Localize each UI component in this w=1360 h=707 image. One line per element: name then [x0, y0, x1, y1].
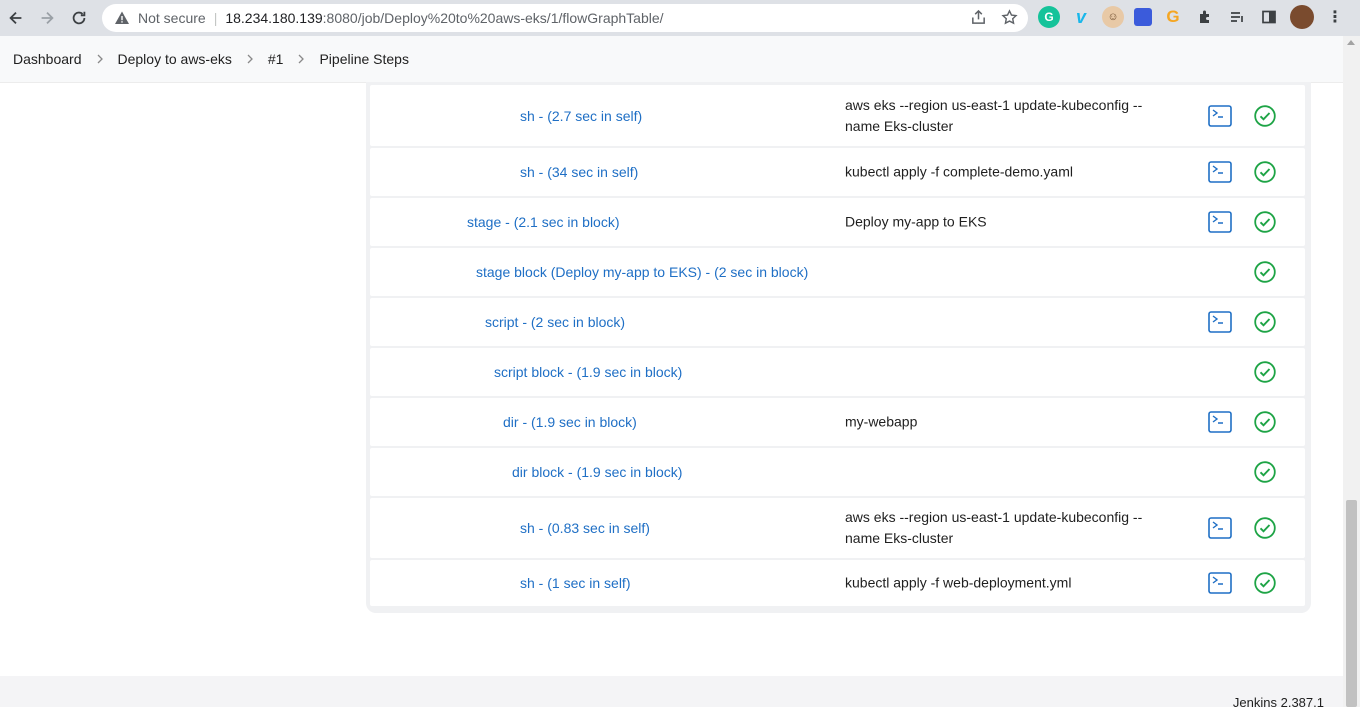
check-circle-icon [1254, 361, 1276, 383]
face-extension-icon[interactable]: ☺ [1102, 6, 1124, 28]
check-circle-icon [1254, 211, 1276, 233]
vimeo-icon[interactable]: v [1070, 6, 1092, 28]
table-row: dir - (1.9 sec in block) my-webapp [370, 398, 1305, 446]
check-circle-icon [1254, 261, 1276, 283]
reload-icon [72, 11, 86, 25]
terminal-icon[interactable] [1208, 211, 1232, 233]
terminal-icon[interactable] [1208, 517, 1232, 539]
table-row: script block - (1.9 sec in block) [370, 348, 1305, 396]
step-arguments: Deploy my-app to EKS [845, 212, 1165, 233]
check-circle-icon [1254, 104, 1276, 127]
table-row: sh - (2.7 sec in self) aws eks --region … [370, 85, 1305, 146]
step-arg-line: aws eks --region us-east-1 update-kubeco… [845, 96, 1143, 113]
step-arguments: aws eks --region us-east-1 update-kubeco… [845, 507, 1165, 549]
breadcrumb: Dashboard Deploy to aws-eks #1 Pipeline … [0, 36, 1343, 82]
jenkins-version-link[interactable]: Jenkins 2.387.1 [1233, 695, 1324, 707]
url-host: 18.234.180.139 [225, 10, 323, 26]
address-bar[interactable]: Not secure | 18.234.180.139:8080/job/Dep… [102, 4, 1028, 32]
profile-avatar[interactable] [1290, 5, 1314, 29]
browser-toolbar: Not secure | 18.234.180.139:8080/job/Dep… [0, 0, 1360, 36]
reload-button[interactable] [63, 2, 95, 34]
puzzle-piece-icon [1200, 10, 1209, 23]
step-link[interactable]: script block - (1.9 sec in block) [494, 364, 682, 380]
terminal-icon[interactable] [1208, 572, 1232, 594]
table-row: sh - (1 sec in self) kubectl apply -f we… [370, 560, 1305, 606]
scroll-up-arrow-icon[interactable] [1347, 40, 1355, 45]
back-button[interactable] [0, 2, 32, 34]
step-arguments: aws eks --region us-east-1 update-kubeco… [845, 95, 1165, 137]
step-arguments: my-webapp [845, 412, 1165, 433]
page-footer: Jenkins 2.387.1 [0, 676, 1343, 707]
chevron-right-icon [247, 54, 253, 64]
url-separator: | [213, 10, 218, 26]
warning-icon [115, 11, 129, 24]
step-arguments: kubectl apply -f web-deployment.yml [845, 573, 1165, 594]
step-arg-line: aws eks --region us-east-1 update-kubeco… [845, 509, 1143, 525]
panel-icon [1262, 10, 1276, 24]
step-link[interactable]: sh - (34 sec in self) [520, 164, 638, 180]
table-row: dir block - (1.9 sec in block) [370, 448, 1305, 496]
check-circle-icon [1254, 411, 1276, 433]
step-arg-line: Deploy my-app to EKS [845, 213, 987, 230]
step-link[interactable]: dir - (1.9 sec in block) [503, 414, 637, 430]
scrollbar-thumb[interactable] [1346, 500, 1357, 707]
orange-extension-icon[interactable]: G [1162, 6, 1184, 28]
url-path: :8080/job/Deploy%20to%20aws-eks/1/flowGr… [322, 10, 664, 26]
forward-button[interactable] [31, 2, 63, 34]
table-row: stage block (Deploy my-app to EKS) - (2 … [370, 248, 1305, 296]
step-arg-line: kubectl apply -f complete-demo.yaml [845, 163, 1073, 180]
not-secure-label: Not secure [138, 10, 206, 26]
terminal-icon[interactable] [1208, 411, 1232, 433]
table-row: sh - (0.83 sec in self) aws eks --region… [370, 498, 1305, 558]
chevron-right-icon [97, 54, 103, 64]
check-circle-icon [1254, 572, 1276, 594]
breadcrumb-job[interactable]: Deploy to aws-eks [118, 51, 232, 67]
side-panel-icon[interactable] [1258, 6, 1280, 28]
list-icon [1231, 12, 1243, 22]
step-link[interactable]: dir block - (1.9 sec in block) [512, 464, 682, 480]
table-row: script - (2 sec in block) [370, 298, 1305, 346]
share-icon[interactable] [970, 9, 987, 26]
step-link[interactable]: sh - (2.7 sec in self) [520, 108, 642, 124]
star-icon[interactable] [1001, 9, 1018, 26]
table-row: stage - (2.1 sec in block) Deploy my-app… [370, 198, 1305, 246]
omnibox-actions [970, 9, 1018, 26]
arrow-left-icon [9, 11, 22, 25]
step-arg-line: my-webapp [845, 413, 918, 430]
arrow-right-icon [41, 11, 54, 25]
breadcrumb-pipeline-steps[interactable]: Pipeline Steps [319, 51, 409, 67]
step-link[interactable]: script - (2 sec in block) [485, 314, 625, 330]
colorful-extension-icon[interactable] [1134, 8, 1152, 26]
step-link[interactable]: stage - (2.1 sec in block) [467, 214, 620, 230]
chevron-right-icon [299, 54, 305, 64]
terminal-icon[interactable] [1208, 311, 1232, 333]
step-arg-line: kubectl apply -f web-deployment.yml [845, 574, 1072, 591]
check-circle-icon [1254, 461, 1276, 483]
breadcrumb-dashboard[interactable]: Dashboard [13, 51, 82, 67]
menu-icon[interactable]: ⋮ [1324, 6, 1346, 28]
breadcrumb-build[interactable]: #1 [268, 51, 284, 67]
step-link[interactable]: stage block (Deploy my-app to EKS) - (2 … [476, 264, 808, 280]
terminal-icon[interactable] [1208, 104, 1232, 127]
check-circle-icon [1254, 161, 1276, 183]
grammarly-icon[interactable]: G [1038, 6, 1060, 28]
check-circle-icon [1254, 311, 1276, 333]
step-arg-line: name Eks-cluster [845, 530, 954, 546]
step-link[interactable]: sh - (1 sec in self) [520, 575, 630, 591]
table-row: sh - (34 sec in self) kubectl apply -f c… [370, 148, 1305, 196]
pipeline-steps-table: sh - (2.7 sec in self) aws eks --region … [366, 82, 1311, 613]
page-scrollbar[interactable] [1343, 36, 1360, 707]
check-circle-icon [1254, 517, 1276, 539]
reading-list-icon[interactable] [1226, 6, 1248, 28]
step-arguments: kubectl apply -f complete-demo.yaml [845, 162, 1165, 183]
puzzle-icon[interactable] [1194, 6, 1216, 28]
step-arg-line: name Eks-cluster [845, 117, 954, 134]
extensions-bar: G v ☺ G ⋮ [1038, 5, 1346, 29]
terminal-icon[interactable] [1208, 161, 1232, 183]
step-link[interactable]: sh - (0.83 sec in self) [520, 520, 650, 536]
